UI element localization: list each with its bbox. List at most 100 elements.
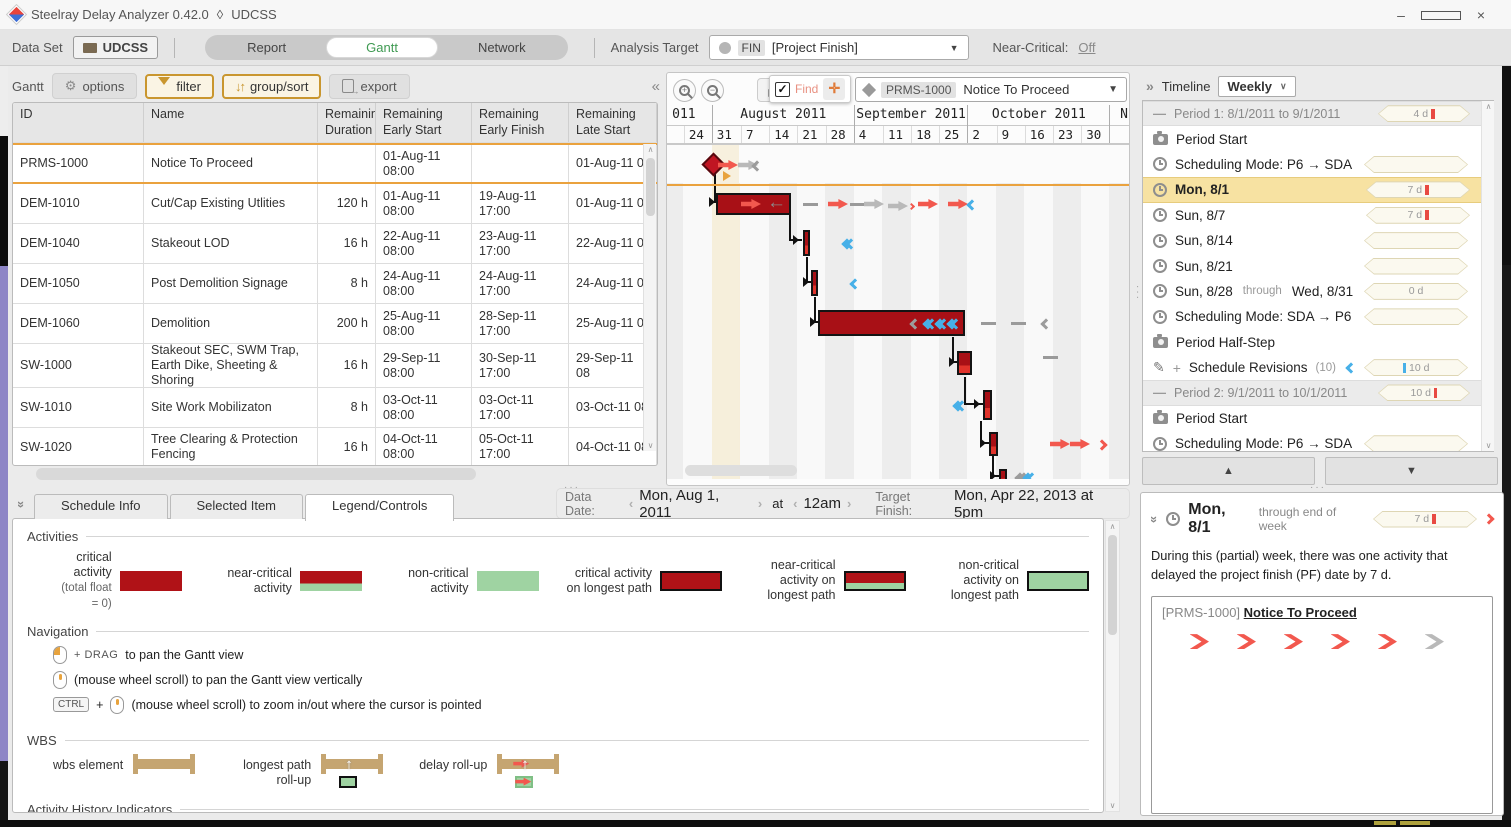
- column-header[interactable]: Name: [144, 103, 318, 142]
- month-label: October 2011: [968, 105, 1109, 125]
- timeline-scrollbar[interactable]: ∧ ∨: [1481, 101, 1494, 451]
- find-checkbox[interactable]: ✓: [775, 82, 790, 97]
- timeline-event-row[interactable]: Sun, 8/28throughWed, 8/310 d: [1143, 279, 1493, 304]
- timeline-event-row[interactable]: Period Start: [1143, 406, 1493, 431]
- activity-bar[interactable]: [957, 351, 972, 375]
- find-overlay: ✓ Find ✛: [769, 75, 851, 103]
- activity-bar[interactable]: [803, 230, 810, 256]
- month-group: N: [1109, 105, 1130, 145]
- table-row[interactable]: PRMS-1000Notice To Proceed01-Aug-11 08:0…: [13, 143, 657, 184]
- table-row[interactable]: DEM-1060Demolition200 h25-Aug-11 08:0028…: [13, 304, 657, 344]
- chevron-down-icon: ▼: [950, 43, 959, 53]
- timeline-event-row[interactable]: Period Start: [1143, 126, 1493, 151]
- tab-legend-controls[interactable]: Legend/Controls: [305, 494, 454, 521]
- activity-bar[interactable]: [989, 432, 998, 456]
- export-button[interactable]: export: [329, 74, 409, 99]
- legend-item: delay roll-up↑: [419, 754, 561, 790]
- timeline-event-row[interactable]: Mon, 8/17 d: [1143, 177, 1493, 202]
- zoom-in-button[interactable]: +: [673, 79, 696, 102]
- near-critical-toggle[interactable]: Off: [1078, 40, 1095, 55]
- table-cell: 05-Oct-11 17:00: [472, 428, 569, 466]
- chart-body[interactable]: ←: [667, 145, 1129, 479]
- scrollbar-thumb[interactable]: [646, 158, 655, 216]
- view-tab-network[interactable]: Network: [438, 37, 566, 58]
- collapse-panel-button[interactable]: «: [652, 78, 660, 95]
- prev-time-button[interactable]: ‹: [793, 496, 797, 511]
- scrollbar-thumb[interactable]: [1108, 535, 1117, 635]
- tab-schedule-info[interactable]: Schedule Info: [34, 494, 168, 519]
- table-row[interactable]: DEM-1040Stakeout LOD16 h22-Aug-11 08:002…: [13, 224, 657, 264]
- table-horizontal-scrollbar[interactable]: [12, 468, 658, 480]
- timeline-event-row[interactable]: Scheduling Mode: P6 → SDA: [1143, 431, 1493, 452]
- timeline-event-row[interactable]: ✎+Schedule Revisions(10)10 d: [1143, 355, 1493, 380]
- scroll-up-icon[interactable]: ∧: [644, 145, 657, 154]
- activity-bar[interactable]: [811, 270, 818, 296]
- table-row[interactable]: DEM-1050Post Demolition Signage8 h24-Aug…: [13, 264, 657, 304]
- collapse-detail-icon[interactable]: »: [1147, 515, 1162, 522]
- scroll-down-icon[interactable]: ∨: [1482, 441, 1495, 450]
- timeline-event-row[interactable]: Scheduling Mode: SDA → P6: [1143, 304, 1493, 329]
- table-cell: Site Work Mobilizaton: [144, 388, 318, 427]
- legend-scrollbar[interactable]: ∧ ∨: [1105, 520, 1120, 812]
- timeline-event-row[interactable]: Sun, 8/77 d: [1143, 203, 1493, 228]
- column-header[interactable]: ID: [13, 103, 144, 142]
- table-row[interactable]: SW-1010Site Work Mobilizaton8 h03-Oct-11…: [13, 388, 657, 428]
- expand-panel-icon[interactable]: »: [1146, 78, 1154, 94]
- table-row[interactable]: SW-1020Tree Clearing & Protection Fencin…: [13, 428, 657, 466]
- table-row[interactable]: DEM-1010Cut/Cap Existing Utlities120 h01…: [13, 184, 657, 224]
- prev-date-button[interactable]: ‹: [629, 496, 633, 511]
- timeline-period-header[interactable]: —Period 1: 8/1/2011 to 9/1/20114 d: [1143, 101, 1493, 126]
- timeline-previous-button[interactable]: ▲: [1142, 457, 1315, 485]
- group-sort-button[interactable]: ↓↑ group/sort: [222, 74, 322, 99]
- timeline-next-button[interactable]: ▼: [1325, 457, 1498, 485]
- desktop-strip-left: [0, 66, 8, 820]
- column-header[interactable]: Remaining Early Finish: [472, 103, 569, 142]
- table-row[interactable]: SW-1000Stakeout SEC, SWM Trap, Earth Dik…: [13, 344, 657, 388]
- next-time-button[interactable]: ›: [847, 496, 851, 511]
- timeline-period-header[interactable]: —Period 2: 9/1/2011 to 10/1/201110 d: [1143, 380, 1493, 405]
- scroll-down-icon[interactable]: ∨: [1106, 801, 1119, 810]
- activity-bar[interactable]: [983, 390, 992, 420]
- table-cell: 24-Aug-11 08:00: [376, 264, 472, 303]
- activity-selector-dropdown[interactable]: PRMS-1000 Notice To Proceed ▼: [855, 77, 1127, 102]
- mouse-wheel-icon: [53, 671, 67, 689]
- activity-link[interactable]: Notice To Proceed: [1244, 605, 1357, 620]
- timeline-event-row[interactable]: Sun, 8/14: [1143, 228, 1493, 253]
- tab-selected-item[interactable]: Selected Item: [170, 494, 304, 519]
- table-vertical-scrollbar[interactable]: ∧ ∨: [643, 144, 656, 451]
- maximize-button[interactable]: [1421, 7, 1461, 23]
- chart-horizontal-scrollbar[interactable]: [685, 465, 797, 476]
- zoom-out-button[interactable]: −: [701, 79, 724, 102]
- next-date-button[interactable]: ›: [758, 496, 762, 511]
- date-control-bar: Data Date: ‹ Mon, Aug 1, 2011 › at ‹ 12a…: [556, 488, 1130, 519]
- dataset-button[interactable]: UDCSS: [73, 36, 159, 59]
- view-tab-gantt[interactable]: Gantt: [326, 37, 438, 58]
- close-button[interactable]: ×: [1461, 7, 1501, 23]
- scroll-down-icon[interactable]: ∨: [644, 441, 657, 450]
- activity-bar[interactable]: [999, 469, 1007, 479]
- column-header[interactable]: Remaining Late Start: [569, 103, 657, 142]
- dataset-label: Data Set: [12, 40, 63, 55]
- column-header[interactable]: Remaining Early Start: [376, 103, 472, 142]
- taskbar-artifact: [1400, 821, 1430, 825]
- timeline-event-row[interactable]: Sun, 8/21: [1143, 253, 1493, 278]
- play-marker-icon: [723, 171, 736, 181]
- analysis-target-label: Analysis Target: [611, 40, 699, 55]
- timeline-event-row[interactable]: Scheduling Mode: P6 → SDA: [1143, 152, 1493, 177]
- column-header[interactable]: Remaining Duration: [318, 103, 376, 142]
- view-tab-report[interactable]: Report: [207, 37, 326, 58]
- options-button[interactable]: ⚙ options: [52, 73, 138, 99]
- pan-move-icon[interactable]: ✛: [823, 78, 845, 100]
- collapse-legend-icon[interactable]: »: [14, 501, 29, 508]
- chevron-right-icon[interactable]: [1483, 513, 1494, 524]
- minimize-button[interactable]: –: [1381, 7, 1421, 23]
- analysis-target-dropdown[interactable]: FIN [Project Finish] ▼: [709, 35, 969, 60]
- scrollbar-thumb[interactable]: [36, 468, 476, 480]
- scroll-up-icon[interactable]: ∧: [1106, 522, 1119, 531]
- timeline-event-row[interactable]: Period Half-Step: [1143, 330, 1493, 355]
- scroll-up-icon[interactable]: ∧: [1482, 102, 1495, 111]
- timeline-mode-dropdown[interactable]: Weekly ∨: [1218, 76, 1295, 97]
- week-row: 724: [667, 125, 712, 145]
- filter-button[interactable]: filter: [145, 74, 214, 99]
- timeline-mode-value: Weekly: [1227, 79, 1272, 94]
